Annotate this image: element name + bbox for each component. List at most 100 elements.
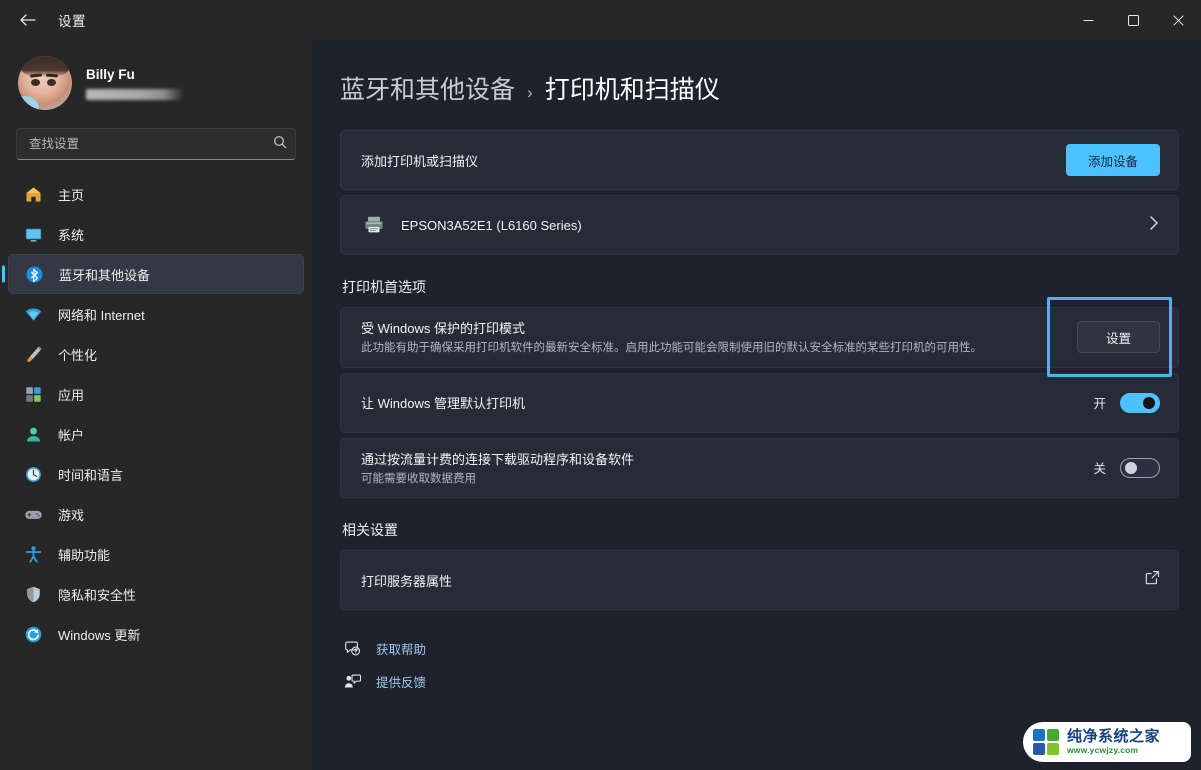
print-server-actions [1145, 570, 1160, 590]
watermark-text: 纯净系统之家 www.ycwjzy.com [1067, 728, 1160, 756]
metered-download-card: 通过按流量计费的连接下载驱动程序和设备软件 可能需要收取数据费用 关 [340, 437, 1179, 499]
app-title: 设置 [58, 14, 86, 29]
protected-print-description: 此功能有助于确保采用打印机软件的最新安全标准。启用此功能可能会限制使用旧的默认安… [361, 342, 982, 354]
search-wrapper [0, 122, 312, 170]
printer-text: EPSON3A52E1 (L6160 Series) [401, 218, 1133, 233]
clock-icon [22, 463, 44, 485]
get-help-label: 获取帮助 [376, 643, 427, 658]
avatar [18, 56, 72, 110]
shield-icon [22, 583, 44, 605]
add-printer-actions: 添加设备 [1065, 144, 1160, 176]
add-printer-title: 添加打印机或扫描仪 [361, 153, 479, 169]
default-printer-actions: 开 [1093, 392, 1160, 413]
printer-preferences-heading: 打印机首选项 [342, 279, 426, 295]
sidebar-item-label: 个性化 [58, 347, 98, 363]
metered-download-toggle[interactable] [1120, 457, 1160, 478]
protected-print-title: 受 Windows 保护的打印模式 [361, 321, 525, 336]
breadcrumb-separator-icon: › [527, 83, 533, 102]
sidebar-item-personalization[interactable]: 个性化 [8, 334, 304, 374]
sidebar-item-label: 隐私和安全性 [58, 587, 137, 603]
protected-print-text: 受 Windows 保护的打印模式 此功能有助于确保采用打印机软件的最新安全标准… [361, 318, 1061, 357]
system-icon [22, 223, 44, 245]
window-controls [1066, 0, 1201, 40]
sidebar-nav: 主页 系统 蓝牙和其他设备 网络和 Internet 个性化 应用 帐户 时间和… [0, 170, 312, 654]
sidebar-item-windows-update[interactable]: Windows 更新 [8, 614, 304, 654]
sidebar-item-label: 系统 [58, 227, 85, 243]
footer-links: 获取帮助 提供反馈 [342, 632, 1179, 698]
metered-download-actions: 关 [1093, 457, 1160, 478]
minimize-button[interactable] [1066, 0, 1111, 40]
sidebar-item-label: 应用 [58, 387, 85, 403]
sidebar-item-label: 主页 [58, 187, 85, 203]
print-server-row[interactable]: 打印服务器属性 [341, 551, 1178, 609]
add-device-button[interactable]: 添加设备 [1065, 144, 1160, 176]
related-settings-heading: 相关设置 [342, 522, 398, 539]
sidebar-item-privacy-and-security[interactable]: 隐私和安全性 [8, 574, 304, 614]
sidebar-item-label: 辅助功能 [58, 547, 111, 563]
gaming-icon [22, 503, 44, 525]
sidebar: Billy Fu 查找设置 主页 系统 蓝牙和其他设备 网络和 Internet… [0, 40, 312, 770]
external-link-icon[interactable] [1145, 570, 1160, 590]
title-bar: 设置 [0, 0, 1201, 40]
sidebar-item-bluetooth-and-devices[interactable]: 蓝牙和其他设备 [8, 254, 304, 294]
back-button[interactable] [10, 5, 44, 35]
sidebar-item-time-and-language[interactable]: 时间和语言 [8, 454, 304, 494]
update-icon [22, 623, 44, 645]
printer-row[interactable]: EPSON3A52E1 (L6160 Series) [341, 196, 1178, 254]
personalization-icon [22, 343, 44, 365]
sidebar-item-apps[interactable]: 应用 [8, 374, 304, 414]
breadcrumb: 蓝牙和其他设备 › 打印机和扫描仪 [340, 40, 1179, 130]
protected-print-row: 受 Windows 保护的打印模式 此功能有助于确保采用打印机软件的最新安全标准… [341, 297, 1178, 378]
body: Billy Fu 查找设置 主页 系统 蓝牙和其他设备 网络和 Internet… [0, 40, 1201, 770]
sidebar-item-gaming[interactable]: 游戏 [8, 494, 304, 534]
sidebar-item-accounts[interactable]: 帐户 [8, 414, 304, 454]
add-printer-card: 添加打印机或扫描仪 添加设备 [340, 130, 1179, 190]
metered-download-subtitle: 可能需要收取数据费用 [361, 472, 476, 485]
breadcrumb-parent[interactable]: 蓝牙和其他设备 [340, 70, 515, 106]
get-help-link[interactable]: 获取帮助 [342, 632, 1179, 665]
bluetooth-icon [23, 263, 45, 285]
default-printer-toggle[interactable] [1120, 392, 1160, 413]
protected-print-settings-button[interactable]: 设置 [1076, 321, 1160, 354]
printer-actions [1149, 215, 1160, 236]
sidebar-item-accessibility[interactable]: 辅助功能 [8, 534, 304, 574]
settings-window: 设置 Billy Fu 查找设置 主页 系统 蓝牙和其他设备 网络和 Inter… [0, 0, 1201, 770]
sidebar-item-network-and-internet[interactable]: 网络和 Internet [8, 294, 304, 334]
metered-download-row: 通过按流量计费的连接下载驱动程序和设备软件 可能需要收取数据费用 关 [341, 439, 1178, 498]
network-icon [22, 303, 44, 325]
accessibility-icon [22, 543, 44, 565]
metered-download-text: 通过按流量计费的连接下载驱动程序和设备软件 可能需要收取数据费用 [361, 449, 1077, 488]
sidebar-item-label: 网络和 Internet [58, 307, 145, 323]
give-feedback-link[interactable]: 提供反馈 [342, 665, 1179, 698]
search-input[interactable] [29, 137, 273, 151]
protected-print-actions: 设置 [1046, 297, 1172, 378]
close-button[interactable] [1156, 0, 1201, 40]
maximize-button[interactable] [1111, 0, 1156, 40]
site-watermark: 纯净系统之家 www.ycwjzy.com [1023, 722, 1191, 762]
print-server-text: 打印服务器属性 [361, 571, 1129, 590]
sidebar-item-home[interactable]: 主页 [8, 174, 304, 214]
sidebar-item-label: 蓝牙和其他设备 [59, 267, 151, 283]
sidebar-item-label: 游戏 [58, 507, 85, 523]
watermark-url: www.ycwjzy.com [1067, 745, 1139, 756]
profile-text: Billy Fu [86, 67, 184, 100]
default-printer-title: 让 Windows 管理默认打印机 [361, 396, 525, 412]
metered-download-title: 通过按流量计费的连接下载驱动程序和设备软件 [361, 451, 635, 467]
title-bar-left: 设置 [0, 5, 86, 35]
home-icon [22, 183, 44, 205]
user-profile[interactable]: Billy Fu [0, 40, 312, 122]
page-title: 打印机和扫描仪 [544, 76, 720, 104]
apps-icon [22, 383, 44, 405]
default-printer-row: 让 Windows 管理默认打印机 开 [341, 374, 1178, 432]
watermark-logo-icon [1033, 729, 1059, 755]
profile-name: Billy Fu [86, 66, 135, 82]
add-printer-text: 添加打印机或扫描仪 [361, 151, 1050, 170]
sidebar-item-label: 时间和语言 [58, 467, 124, 483]
sidebar-item-system[interactable]: 系统 [8, 214, 304, 254]
printer-device-card[interactable]: EPSON3A52E1 (L6160 Series) [340, 195, 1179, 255]
help-icon [342, 640, 362, 657]
default-printer-card: 让 Windows 管理默认打印机 开 [340, 372, 1179, 433]
print-server-card[interactable]: 打印服务器属性 [340, 550, 1179, 611]
chevron-right-icon[interactable] [1149, 215, 1160, 236]
search-box[interactable] [16, 128, 296, 160]
